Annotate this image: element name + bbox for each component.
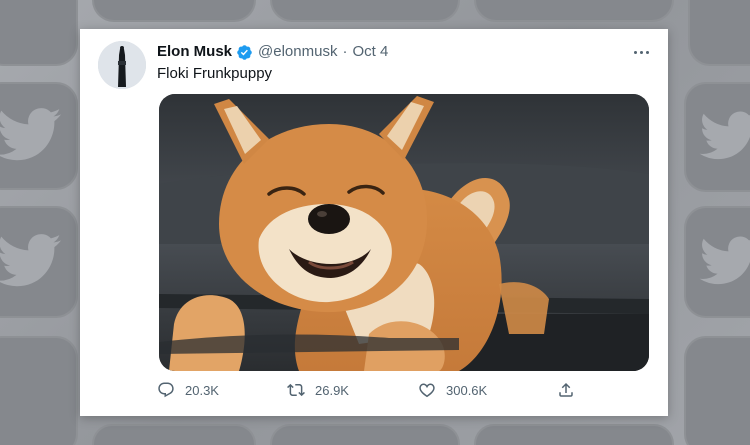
background-tile [684, 206, 750, 318]
reply-count: 20.3K [185, 382, 219, 398]
retweet-button[interactable]: 26.9K [287, 381, 349, 399]
background-tile [270, 0, 460, 22]
tweet-date[interactable]: Oct 4 [352, 42, 388, 62]
shiba-inu-puppy-photo [159, 94, 649, 371]
like-icon [419, 383, 435, 398]
background-tile [92, 424, 256, 445]
background-tile [684, 82, 750, 192]
background-tile [0, 82, 78, 190]
background-tile [270, 424, 460, 445]
like-button[interactable]: 300.6K [418, 381, 487, 399]
author-handle[interactable]: @elonmusk [258, 42, 337, 62]
background-tile [474, 424, 674, 445]
tweet-actions: 20.3K 26.9K 300.6K [157, 381, 577, 405]
twitter-bird-icon [684, 82, 750, 192]
background-tile [684, 336, 750, 445]
reply-button[interactable]: 20.3K [157, 381, 219, 399]
share-button[interactable] [557, 381, 585, 399]
retweet-icon [287, 383, 305, 397]
share-icon [559, 382, 573, 397]
reply-icon [158, 382, 174, 398]
avatar-image [98, 41, 146, 89]
twitter-bird-icon [0, 82, 78, 190]
avatar[interactable] [98, 41, 146, 89]
background-tile [474, 0, 674, 22]
verified-badge-icon [236, 44, 253, 61]
separator-dot: · [342, 43, 348, 60]
author-name[interactable]: Elon Musk [157, 42, 232, 62]
twitter-bird-icon [684, 206, 750, 318]
tweet-card[interactable]: Elon Musk @elonmusk · Oct 4 Floki Frunkp… [80, 29, 668, 416]
twitter-bird-icon [0, 206, 78, 318]
background-tile [688, 0, 750, 66]
retweet-count: 26.9K [315, 382, 349, 398]
background-tile [0, 0, 78, 66]
tweet-media-image[interactable] [159, 94, 649, 371]
background-tile [0, 336, 78, 445]
background-tile [92, 0, 256, 22]
tweet-text: Floki Frunkpuppy [157, 65, 273, 82]
more-icon[interactable] [632, 43, 650, 61]
background-tile [0, 206, 78, 318]
tweet-header: Elon Musk @elonmusk · Oct 4 [157, 42, 388, 62]
like-count: 300.6K [446, 382, 488, 398]
